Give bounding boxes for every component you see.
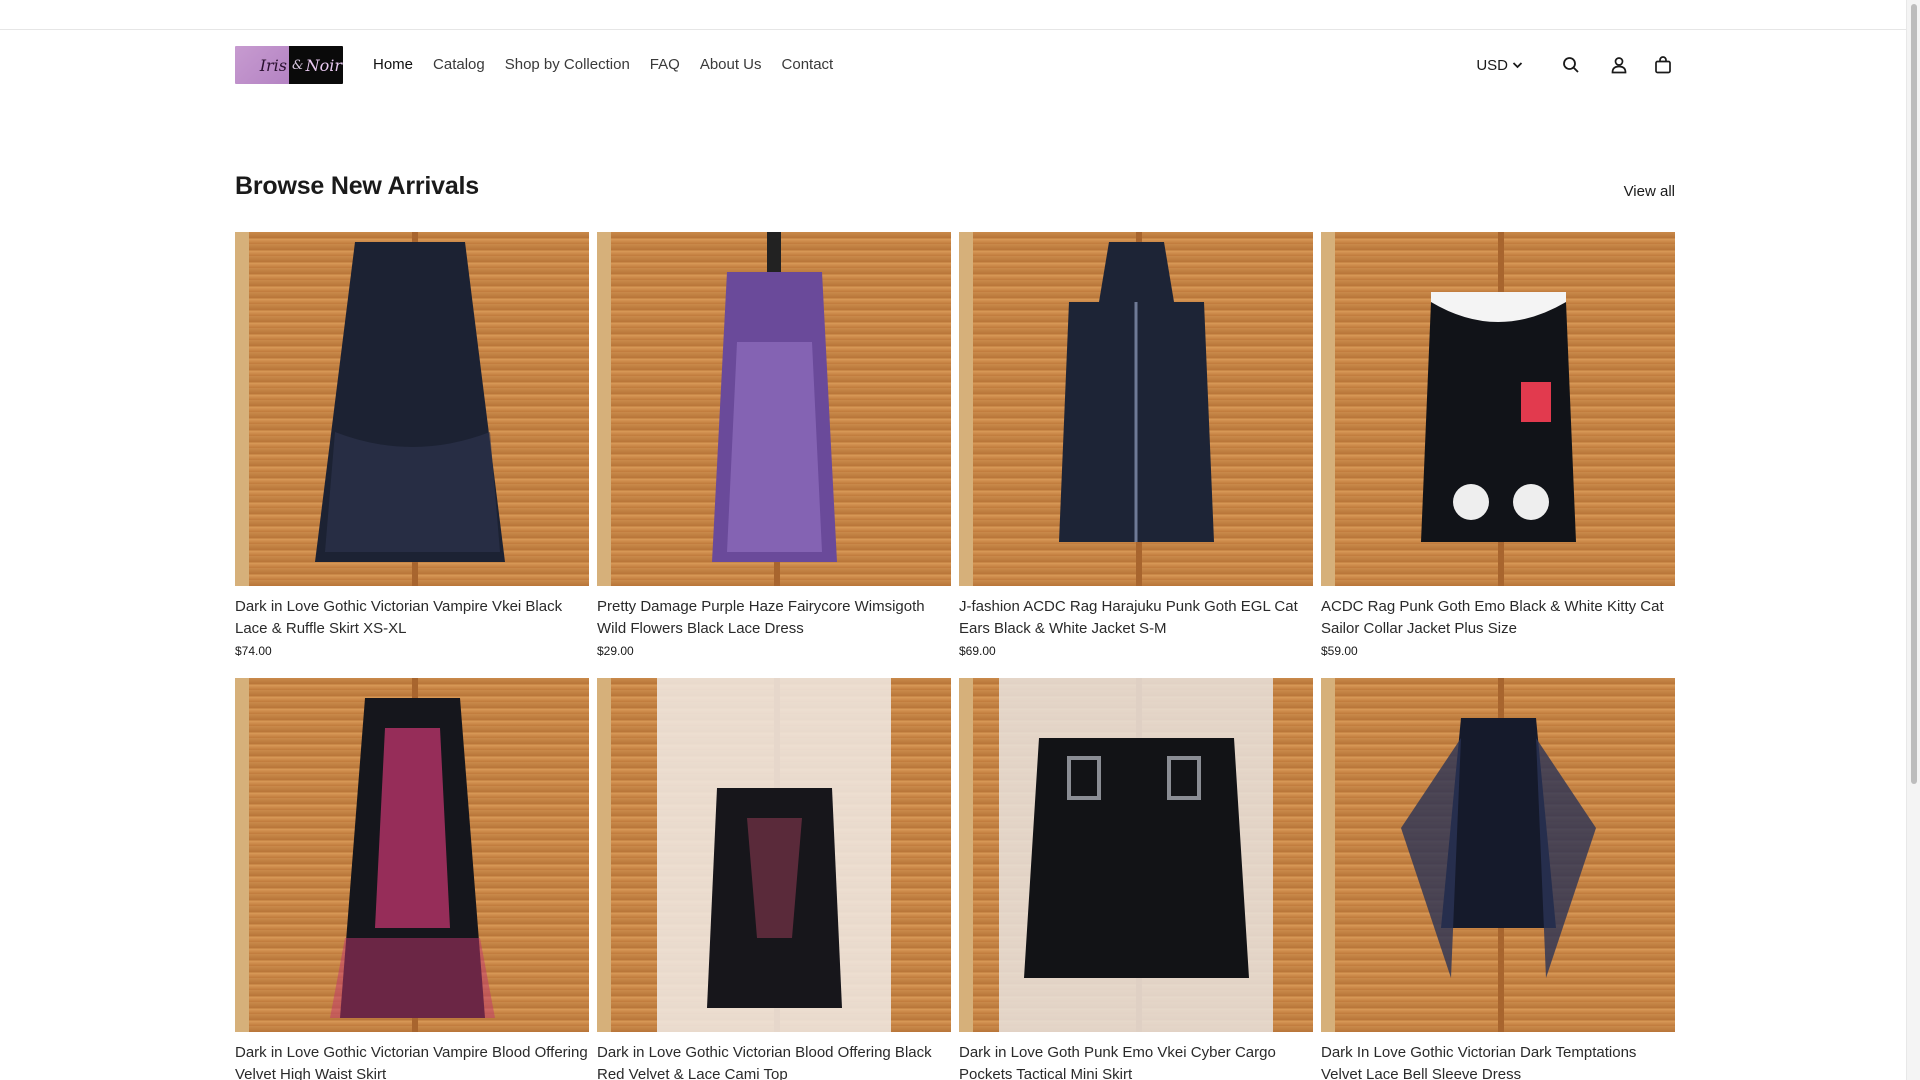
product-price: $59.00: [1321, 644, 1358, 658]
cart-icon[interactable]: [1651, 53, 1675, 77]
product-image[interactable]: [235, 678, 589, 1032]
nav-catalog[interactable]: Catalog: [423, 46, 495, 84]
garment-silhouette: [999, 678, 1273, 1032]
product-card[interactable]: Dark in Love Goth Punk Emo Vkei Cyber Ca…: [959, 678, 1313, 1080]
currency-selector[interactable]: USD: [1476, 57, 1523, 74]
announcement-bar: [0, 0, 1906, 30]
nav-home[interactable]: Home: [363, 46, 423, 84]
product-card[interactable]: J-fashion ACDC Rag Harajuku Punk Goth EG…: [959, 232, 1313, 658]
logo-left-panel: Iris: [235, 46, 289, 84]
garment-silhouette: [712, 232, 837, 562]
main-navigation: Home Catalog Shop by Collection FAQ Abou…: [363, 46, 843, 84]
product-title[interactable]: ACDC Rag Punk Goth Emo Black & White Kit…: [1321, 596, 1675, 640]
product-title[interactable]: Dark in Love Gothic Victorian Blood Offe…: [597, 1042, 951, 1080]
nav-contact[interactable]: Contact: [772, 46, 844, 84]
section-title: Browse New Arrivals: [235, 172, 479, 200]
view-all-link[interactable]: View all: [1624, 183, 1675, 200]
page-scrollbar[interactable]: [1906, 0, 1920, 1080]
site-header: Iris & Noir Home Catalog Shop by Collect…: [235, 46, 1675, 84]
store-logo[interactable]: Iris & Noir: [235, 46, 343, 84]
nav-shop-by-collection[interactable]: Shop by Collection: [495, 46, 640, 84]
logo-text-noir: Noir: [305, 55, 342, 75]
header-actions: USD: [1476, 46, 1675, 84]
garment-silhouette: [1059, 242, 1214, 542]
product-title[interactable]: Dark In Love Gothic Victorian Dark Tempt…: [1321, 1042, 1675, 1080]
garment-silhouette: [1421, 292, 1576, 542]
product-card[interactable]: ACDC Rag Punk Goth Emo Black & White Kit…: [1321, 232, 1675, 658]
product-card[interactable]: Dark in Love Gothic Victorian Vampire Vk…: [235, 232, 589, 658]
product-image[interactable]: [235, 232, 589, 586]
product-title[interactable]: J-fashion ACDC Rag Harajuku Punk Goth EG…: [959, 596, 1313, 640]
logo-right-panel: & Noir: [289, 46, 343, 84]
scrollbar-thumb[interactable]: [1911, 4, 1917, 784]
nav-faq[interactable]: FAQ: [640, 46, 690, 84]
product-grid: Dark in Love Gothic Victorian Vampire Vk…: [235, 232, 1675, 1080]
product-image[interactable]: [1321, 678, 1675, 1032]
product-image[interactable]: [597, 232, 951, 586]
product-card[interactable]: Dark in Love Gothic Victorian Vampire Bl…: [235, 678, 589, 1080]
account-icon[interactable]: [1607, 53, 1631, 77]
garment-silhouette: [657, 678, 891, 1032]
search-icon[interactable]: [1559, 53, 1583, 77]
product-price: $69.00: [959, 644, 996, 658]
chevron-down-icon: [1512, 62, 1523, 69]
garment-silhouette: [330, 698, 495, 1018]
logo-text-iris: Iris: [259, 55, 287, 75]
logo-ampersand: &: [292, 57, 304, 73]
product-card[interactable]: Dark In Love Gothic Victorian Dark Tempt…: [1321, 678, 1675, 1080]
product-image[interactable]: [1321, 232, 1675, 586]
nav-about-us[interactable]: About Us: [690, 46, 772, 84]
product-card[interactable]: Pretty Damage Purple Haze Fairycore Wims…: [597, 232, 951, 658]
product-image[interactable]: [959, 678, 1313, 1032]
product-price: $29.00: [597, 644, 634, 658]
product-title[interactable]: Dark in Love Gothic Victorian Vampire Vk…: [235, 596, 589, 640]
product-title[interactable]: Dark in Love Goth Punk Emo Vkei Cyber Ca…: [959, 1042, 1313, 1080]
product-image[interactable]: [597, 678, 951, 1032]
product-image[interactable]: [959, 232, 1313, 586]
product-title[interactable]: Pretty Damage Purple Haze Fairycore Wims…: [597, 596, 951, 640]
garment-silhouette: [1401, 718, 1596, 978]
currency-label: USD: [1476, 56, 1508, 74]
product-price: $74.00: [235, 644, 272, 658]
product-card[interactable]: Dark in Love Gothic Victorian Blood Offe…: [597, 678, 951, 1080]
product-title[interactable]: Dark in Love Gothic Victorian Vampire Bl…: [235, 1042, 589, 1080]
garment-silhouette: [315, 242, 505, 562]
